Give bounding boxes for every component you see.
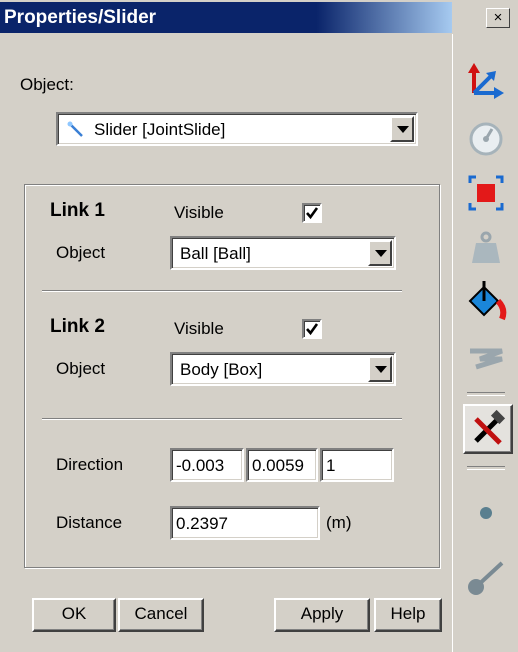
link2-object-select[interactable]: Body [Box] <box>170 352 396 386</box>
link2-object-label: Object <box>56 359 106 378</box>
chevron-down-icon[interactable] <box>390 116 414 142</box>
tools-icon[interactable] <box>463 404 513 454</box>
paint-bucket-icon[interactable] <box>463 278 509 324</box>
link2-object-value: Body [Box] <box>180 360 263 379</box>
divider <box>42 418 402 420</box>
distance-label: Distance <box>56 513 123 532</box>
chevron-down-icon[interactable] <box>368 240 392 266</box>
slider-joint-icon <box>66 120 86 140</box>
close-button[interactable]: × <box>486 8 510 28</box>
distance-input[interactable]: 0.2397 <box>170 506 320 540</box>
link2-visible-checkbox[interactable] <box>302 319 322 339</box>
toolbar-separator <box>467 466 505 470</box>
distance-value: 0.2397 <box>176 514 228 533</box>
object-select[interactable]: Slider [JointSlide] <box>56 112 418 146</box>
direction-y-value: 0.0059 <box>252 456 304 475</box>
chevron-down-icon[interactable] <box>368 356 392 382</box>
ok-button[interactable]: OK <box>32 598 116 632</box>
spring-icon[interactable] <box>463 334 509 380</box>
coordinate-axes-icon[interactable] <box>463 58 509 104</box>
selection-box-icon[interactable] <box>463 170 509 216</box>
distance-unit: (m) <box>326 513 352 532</box>
rod-icon[interactable] <box>463 554 509 600</box>
direction-z-value: 1 <box>326 456 336 475</box>
direction-x-value: -0.003 <box>176 456 225 475</box>
side-toolbar <box>452 34 518 652</box>
link1-object-label: Object <box>56 243 106 262</box>
direction-x-input[interactable]: -0.003 <box>170 448 244 482</box>
cancel-button[interactable]: Cancel <box>118 598 204 632</box>
weight-icon[interactable] <box>463 224 509 270</box>
window-title: Properties/Slider <box>0 2 452 33</box>
checkmark-icon <box>306 323 319 336</box>
gauge-icon[interactable] <box>463 114 509 160</box>
link2-visible-label: Visible <box>174 319 224 338</box>
checkmark-icon <box>306 207 319 220</box>
direction-z-input[interactable]: 1 <box>320 448 394 482</box>
link1-visible-checkbox[interactable] <box>302 203 322 223</box>
object-select-value: Slider [JointSlide] <box>94 120 226 139</box>
link1-title: Link 1 <box>50 200 105 221</box>
link2-title: Link 2 <box>50 316 105 337</box>
toolbar-separator <box>467 392 505 396</box>
link1-object-select[interactable]: Ball [Ball] <box>170 236 396 270</box>
link1-object-value: Ball [Ball] <box>180 244 251 263</box>
direction-label: Direction <box>56 455 124 474</box>
direction-y-input[interactable]: 0.0059 <box>246 448 318 482</box>
divider <box>42 290 402 292</box>
help-button[interactable]: Help <box>374 598 442 632</box>
apply-button[interactable]: Apply <box>274 598 370 632</box>
link1-visible-label: Visible <box>174 203 224 222</box>
object-label: Object: <box>20 75 74 94</box>
point-icon[interactable] <box>463 490 509 536</box>
